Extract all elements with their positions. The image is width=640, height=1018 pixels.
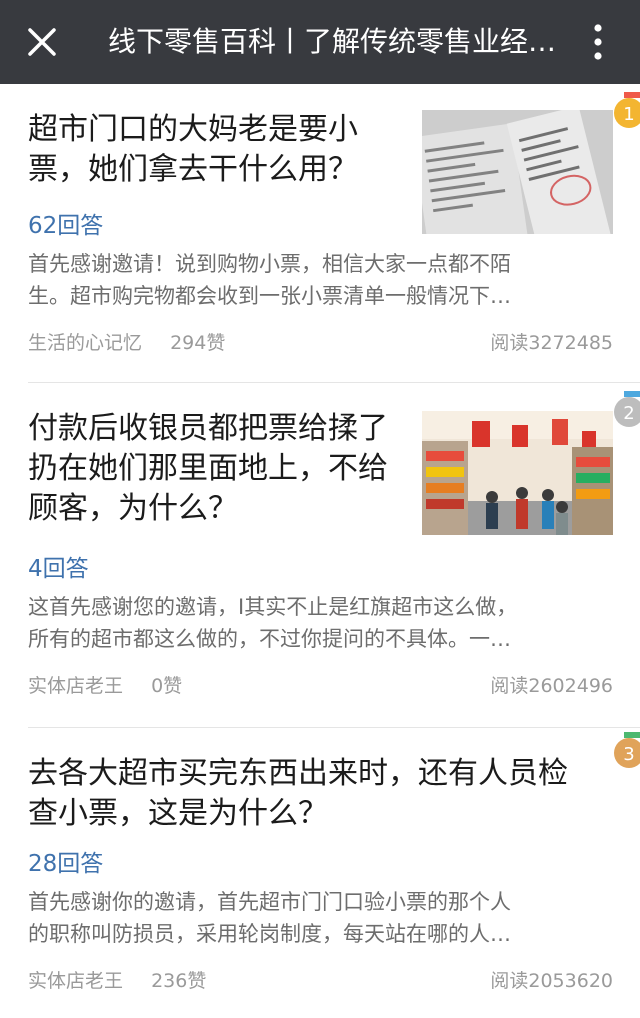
excerpt-line: 所有的超市都这么做的，不过你提问的不具体。一… xyxy=(28,627,511,651)
article-title-line: 查小票，这是为什么？ xyxy=(28,796,328,831)
like-count: 0赞 xyxy=(151,675,183,697)
more-vertical-icon xyxy=(594,24,602,60)
author-name: 实体店老王 xyxy=(28,970,124,992)
author-name: 实体店老王 xyxy=(28,675,124,697)
article-thumbnail[interactable] xyxy=(422,110,613,234)
article-title-line: 票，她们拿去干什么用？ xyxy=(28,152,358,187)
like-count: 294赞 xyxy=(170,332,226,354)
rank-tab xyxy=(624,732,640,738)
rank-badge: 1 xyxy=(610,92,640,130)
rank-badge: 2 xyxy=(610,391,640,429)
author-name: 生活的心记忆 xyxy=(28,332,143,354)
rank-number: 3 xyxy=(623,744,634,765)
article-title-line: 去各大超市买完东西出来时，还有人员检 xyxy=(28,756,568,791)
article-meta: 实体店老王 236赞 xyxy=(28,966,228,993)
more-button[interactable] xyxy=(576,18,620,66)
supermarket-image xyxy=(422,411,613,535)
close-icon xyxy=(28,28,56,56)
article-title-line: 付款后收银员都把票给揉了 xyxy=(28,411,388,446)
article-excerpt: 这首先感谢您的邀请，I其实不止是红旗超市这么做， 所有的超市都这么做的，不过你提… xyxy=(28,591,598,655)
excerpt-line: 首先感谢邀请！说到购物小票，相信大家一点都不陌 xyxy=(28,252,511,276)
article-item[interactable]: 超市门口的大妈老是要小 票，她们拿去干什么用？ 62回答 首先感谢邀请！说到购物… xyxy=(0,84,640,382)
article-title[interactable]: 超市门口的大妈老是要小 票，她们拿去干什么用？ xyxy=(28,110,418,190)
excerpt-line: 生。超市购完物都会收到一张小票清单一般情况下… xyxy=(28,284,511,308)
top-bar: 线下零售百科丨了解传统零售业经… xyxy=(0,0,640,84)
excerpt-line: 首先感谢你的邀请，首先超市门门口验小票的那个人 xyxy=(28,890,511,914)
read-count: 阅读3272485 xyxy=(490,332,613,354)
page-title: 线下零售百科丨了解传统零售业经… xyxy=(108,25,557,58)
article-item[interactable]: 付款后收银员都把票给揉了 扔在她们那里面地上，不给 顾客，为什么？ 4回答 这首… xyxy=(0,383,640,727)
answer-count: 28回答 xyxy=(28,851,104,877)
receipt-image xyxy=(422,110,613,234)
rank-tab xyxy=(624,92,640,98)
answer-count: 62回答 xyxy=(28,213,104,239)
read-count: 阅读2053620 xyxy=(490,970,613,992)
excerpt-line: 的职称叫防损员，采用轮岗制度，每天站在哪的人… xyxy=(28,922,511,946)
rank-badge: 3 xyxy=(610,732,640,770)
article-title[interactable]: 去各大超市买完东西出来时，还有人员检 查小票，这是为什么？ xyxy=(28,754,628,834)
article-meta: 生活的心记忆 294赞 xyxy=(28,328,247,355)
rank-number: 2 xyxy=(623,403,634,424)
read-count: 阅读2602496 xyxy=(490,675,613,697)
article-thumbnail[interactable] xyxy=(422,411,613,535)
close-button[interactable] xyxy=(18,18,66,66)
article-excerpt: 首先感谢你的邀请，首先超市门门口验小票的那个人 的职称叫防损员，采用轮岗制度，每… xyxy=(28,886,598,950)
article-excerpt: 首先感谢邀请！说到购物小票，相信大家一点都不陌 生。超市购完物都会收到一张小票清… xyxy=(28,248,598,312)
article-meta: 实体店老王 0赞 xyxy=(28,671,204,698)
article-title-line: 超市门口的大妈老是要小 xyxy=(28,112,358,147)
like-count: 236赞 xyxy=(151,970,207,992)
answer-count: 4回答 xyxy=(28,556,89,582)
article-item[interactable]: 去各大超市买完东西出来时，还有人员检 查小票，这是为什么？ 28回答 首先感谢你… xyxy=(0,728,640,1018)
article-title-line: 扔在她们那里面地上，不给 xyxy=(28,451,388,486)
rank-tab xyxy=(624,391,640,397)
rank-number: 1 xyxy=(623,104,634,125)
article-title[interactable]: 付款后收银员都把票给揉了 扔在她们那里面地上，不给 顾客，为什么？ xyxy=(28,409,418,529)
article-title-line: 顾客，为什么？ xyxy=(28,491,238,526)
excerpt-line: 这首先感谢您的邀请，I其实不止是红旗超市这么做， xyxy=(28,595,518,619)
